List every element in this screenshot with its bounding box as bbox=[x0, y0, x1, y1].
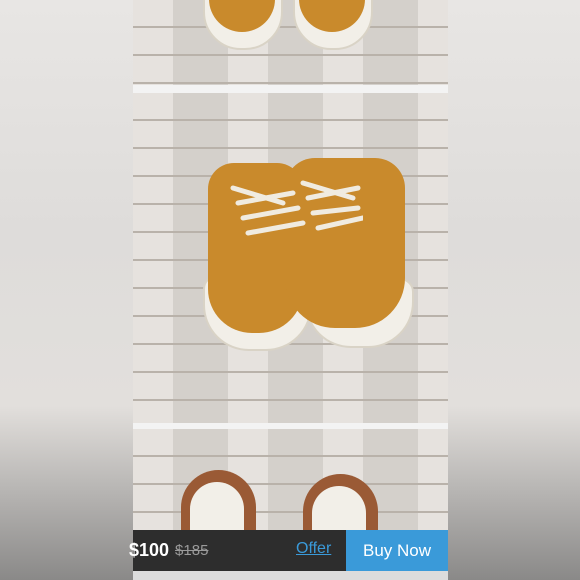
photo-panel-bottom bbox=[133, 429, 448, 530]
offer-button[interactable]: Offer bbox=[296, 540, 331, 558]
bottom-shoe-left bbox=[181, 470, 256, 530]
shoe-laces bbox=[230, 180, 363, 236]
panel-divider bbox=[133, 85, 448, 93]
bottom-shoe-right bbox=[303, 474, 378, 530]
product-photo-collage bbox=[133, 0, 448, 530]
buy-now-button[interactable]: Buy Now bbox=[346, 530, 448, 571]
photo-panel-top bbox=[133, 0, 448, 85]
photo-panel-middle bbox=[133, 93, 448, 423]
left-blurred-background bbox=[0, 0, 133, 580]
top-shoe-left bbox=[203, 0, 283, 50]
right-blurred-background bbox=[448, 0, 580, 580]
top-shoe-right bbox=[293, 0, 373, 50]
purchase-action-bar: $100 $185 Offer Buy Now bbox=[129, 530, 448, 571]
original-price: $185 bbox=[175, 542, 209, 559]
price: $100 bbox=[129, 540, 170, 560]
